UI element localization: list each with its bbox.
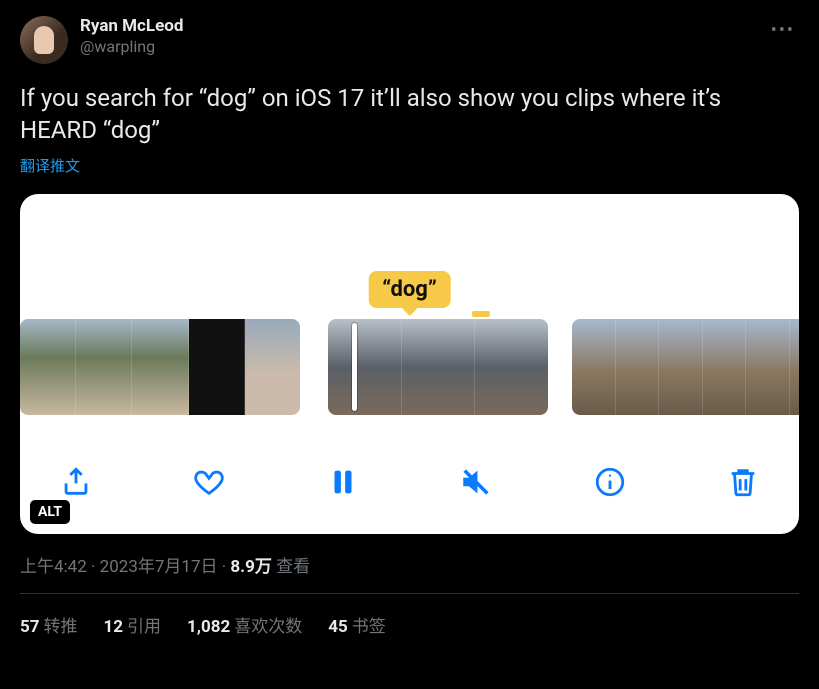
alt-badge[interactable]: ALT [30, 500, 70, 524]
clip-group[interactable] [20, 319, 300, 415]
media-controls [20, 430, 799, 534]
clip-frame [328, 319, 402, 415]
tweet-time[interactable]: 上午4:42 [20, 557, 87, 577]
tweet-date[interactable]: 2023年7月17日 [100, 557, 218, 577]
views-count: 8.9万 [230, 557, 271, 577]
quotes-stat[interactable]: 12引用 [104, 612, 162, 637]
trash-icon[interactable] [723, 462, 763, 502]
tweet-meta: 上午4:42 · 2023年7月17日 · 8.9万 查看 [20, 552, 799, 577]
mute-icon[interactable] [456, 462, 496, 502]
clip-group[interactable] [328, 319, 548, 415]
clip-frame [572, 319, 616, 415]
clip-frame [616, 319, 660, 415]
clip-frame [245, 319, 300, 415]
display-name: Ryan McLeod [80, 16, 183, 37]
play-marker [472, 311, 490, 317]
tweet-text: If you search for “dog” on iOS 17 it’ll … [20, 82, 799, 147]
more-icon[interactable]: ••• [767, 16, 799, 45]
clip-frame [475, 319, 548, 415]
media-card[interactable]: “dog” [20, 194, 799, 534]
clip-frame [746, 319, 790, 415]
translate-link[interactable]: 翻译推文 [20, 155, 799, 176]
share-icon[interactable] [56, 462, 96, 502]
views-label: 查看 [272, 557, 310, 577]
author-names[interactable]: Ryan McLeod @warpling [80, 16, 183, 57]
clip-frame [189, 319, 245, 415]
playhead[interactable] [352, 323, 357, 411]
clip-frame [659, 319, 703, 415]
search-term-tooltip: “dog” [368, 271, 451, 308]
bookmarks-stat[interactable]: 45书签 [328, 612, 386, 637]
handle: @warpling [80, 37, 183, 57]
heart-icon[interactable] [189, 462, 229, 502]
tweet-header: Ryan McLeod @warpling ••• [20, 16, 799, 64]
avatar[interactable] [20, 16, 68, 64]
info-icon[interactable] [590, 462, 630, 502]
clip-frame [76, 319, 132, 415]
clip-frame [703, 319, 747, 415]
tweet-stats: 57转推 12引用 1,082喜欢次数 45书签 [20, 594, 799, 637]
video-timeline[interactable] [20, 319, 799, 415]
clip-frame [790, 319, 800, 415]
pause-icon[interactable] [323, 462, 363, 502]
likes-stat[interactable]: 1,082喜欢次数 [187, 612, 302, 637]
clip-frame [20, 319, 76, 415]
clip-group[interactable] [572, 319, 799, 415]
retweets-stat[interactable]: 57转推 [20, 612, 78, 637]
tweet-container: Ryan McLeod @warpling ••• If you search … [0, 0, 819, 637]
clip-frame [402, 319, 476, 415]
clip-frame [132, 319, 188, 415]
